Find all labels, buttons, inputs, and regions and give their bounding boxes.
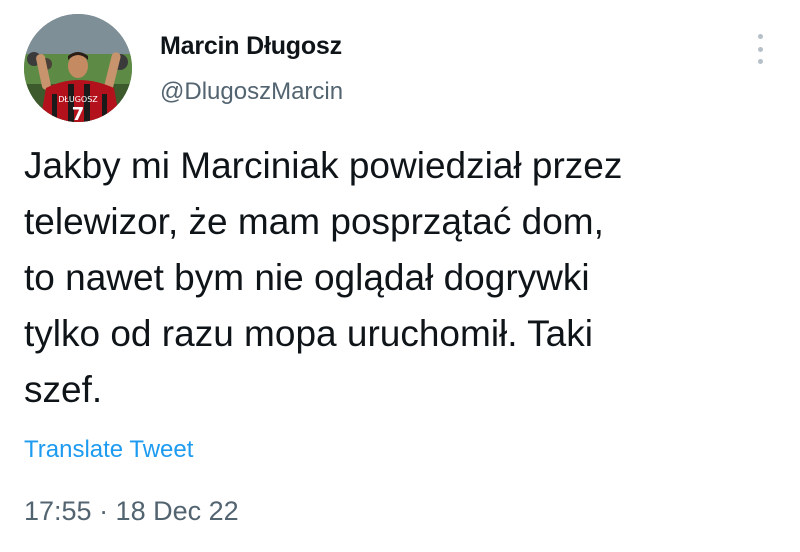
avatar-jersey-text: DŁUGOSZ [58, 95, 98, 104]
more-dot [757, 46, 763, 52]
tweet-text-line: szef. [24, 369, 103, 410]
tweet-text-line: telewizor, że mam posprzątać dom, [24, 201, 604, 242]
tweet-text-line: tylko od razu mopa uruchomił. Taki [24, 313, 593, 354]
tweet-card: DŁUGOSZ 7 Marcin Długosz @DlugoszMarcin … [0, 0, 800, 552]
tweet-text-line: to nawet bym nie oglądał dogrywki [24, 257, 590, 298]
avatar-photo: DŁUGOSZ 7 [24, 14, 132, 122]
tweet-text-line: Jakby mi Marciniak powiedział przez [24, 145, 623, 186]
user-handle[interactable]: @DlugoszMarcin [160, 78, 343, 106]
more-options-icon[interactable] [748, 34, 772, 64]
avatar-jersey-number: 7 [72, 104, 85, 122]
more-dot [757, 59, 763, 64]
avatar[interactable]: DŁUGOSZ 7 [24, 14, 132, 122]
more-dot [757, 34, 763, 39]
translate-tweet-link[interactable]: Translate Tweet [24, 436, 193, 464]
tweet-timestamp[interactable]: 17:55 · 18 Dec 22 [24, 496, 239, 527]
tweet-text: Jakby mi Marciniak powiedział przez tele… [24, 138, 764, 418]
display-name[interactable]: Marcin Długosz [160, 32, 342, 61]
